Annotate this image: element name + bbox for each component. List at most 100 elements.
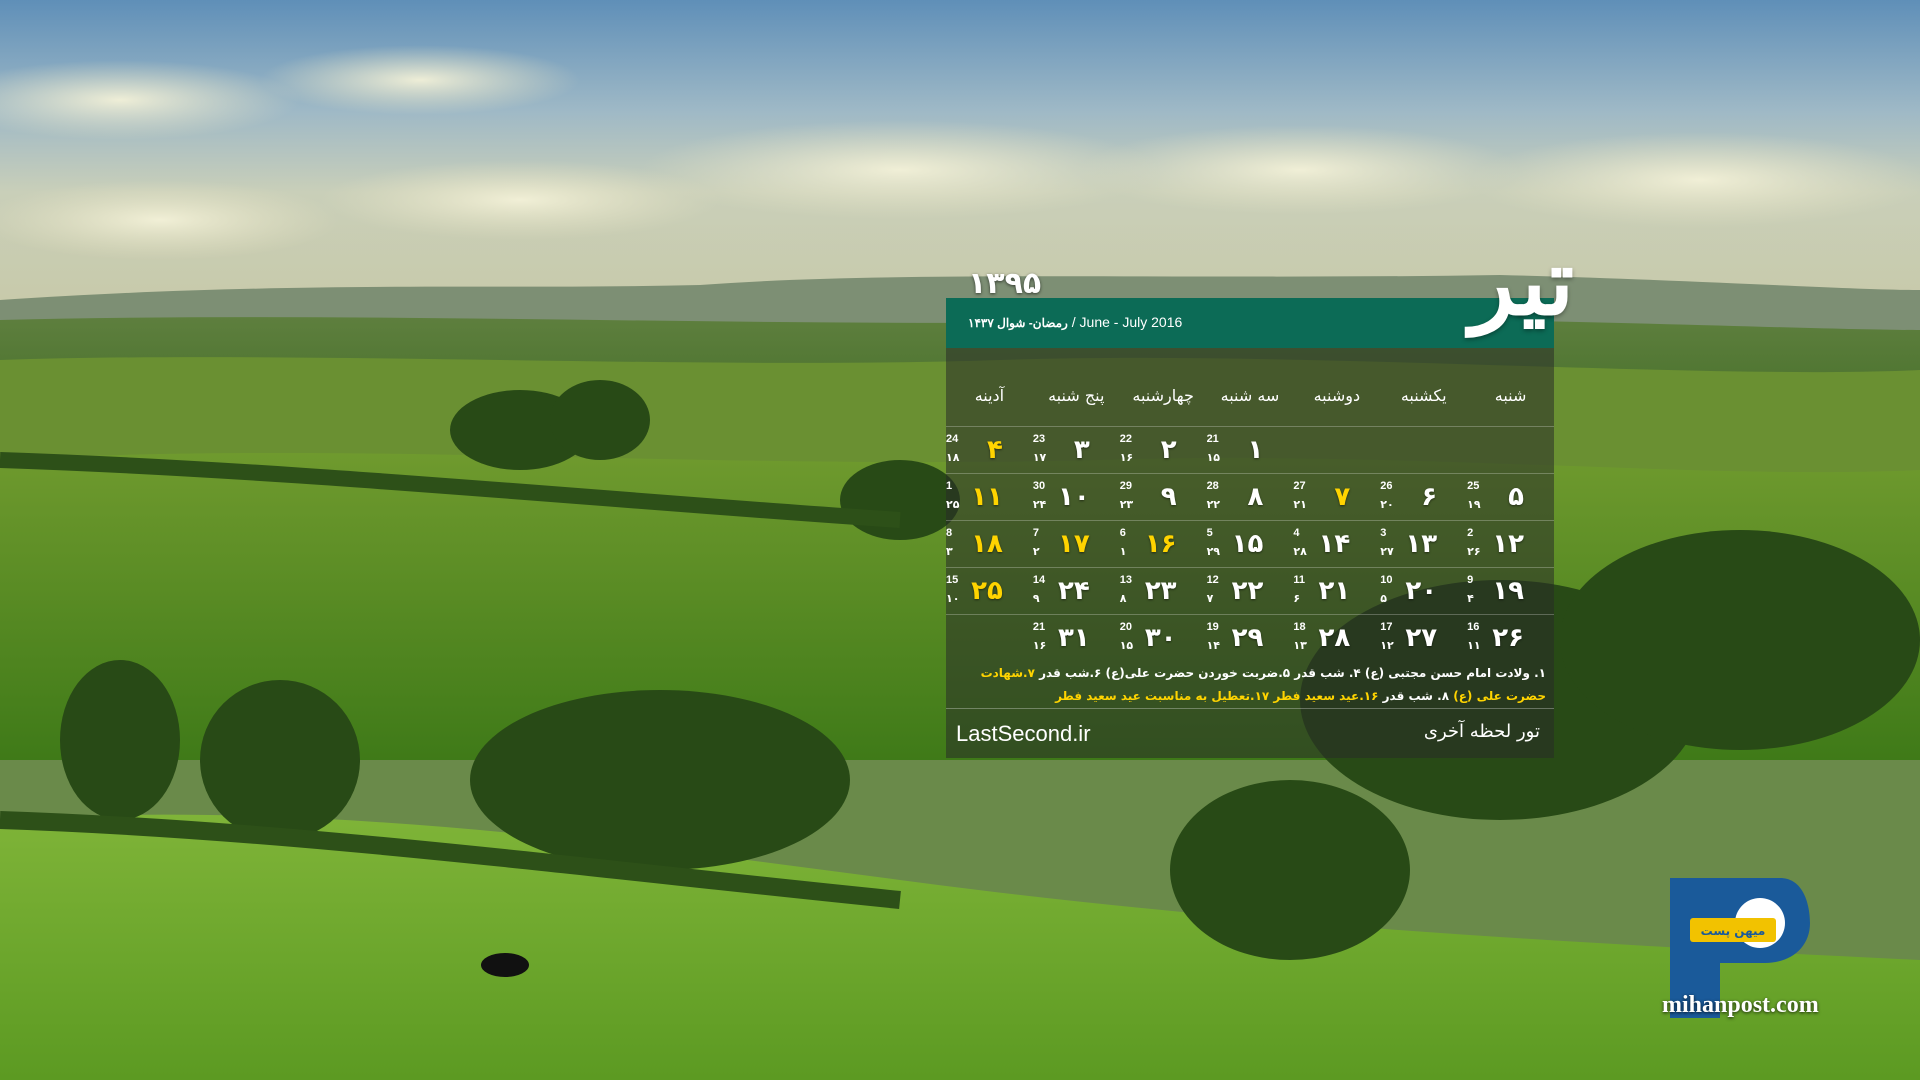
day-cell[interactable]: ۱۳ 3 ۲۷ xyxy=(1380,521,1467,567)
day-cell[interactable]: ۳۰ 20 ۱۵ xyxy=(1120,615,1207,661)
promo-site-link[interactable]: LastSecond.ir xyxy=(956,721,1091,747)
day-number: ۲۵ xyxy=(971,576,1003,606)
day-cell[interactable]: ۴ 24 ۱۸ xyxy=(946,427,1033,473)
day-cell[interactable]: ۱۰ 30 ۲۴ xyxy=(1033,474,1120,520)
hijri-months: رمضان- شوال ۱۴۳۷ xyxy=(968,316,1068,330)
weekday-label: دوشنبه xyxy=(1313,386,1361,405)
hijri-date: ۸ xyxy=(1119,592,1127,605)
hijri-date: ۶ xyxy=(1293,592,1301,605)
day-cell[interactable]: ۲ 22 ۱۶ xyxy=(1120,427,1207,473)
day-cell[interactable]: ۲۲ 12 ۷ xyxy=(1207,568,1294,614)
gregorian-date: 8 xyxy=(945,527,953,539)
day-number: ۶ xyxy=(1421,482,1438,512)
gregorian-date: 20 xyxy=(1119,621,1132,633)
day-number: ۱۳ xyxy=(1405,529,1438,559)
day-number: ۲۴ xyxy=(1057,576,1090,606)
day-number: ۴ xyxy=(986,435,1003,465)
day-cell[interactable]: ۹ 29 ۲۳ xyxy=(1120,474,1207,520)
gregorian-date: 7 xyxy=(1032,527,1039,539)
hijri-date: ۱۹ xyxy=(1467,498,1481,511)
events-list: ۱. ولادت امام حسن مجتبی (ع) ۴. شب قدر ۵.… xyxy=(956,662,1546,708)
day-cell[interactable]: ۲۸ 18 ۱۳ xyxy=(1293,615,1380,661)
day-number: ۲ xyxy=(1160,435,1177,465)
gregorian-date: 26 xyxy=(1380,480,1393,492)
empty-day-cell xyxy=(946,615,1033,661)
day-cell[interactable]: ۲۳ 13 ۸ xyxy=(1120,568,1207,614)
day-number: ۲۸ xyxy=(1318,623,1351,653)
hijri-date: ۲۶ xyxy=(1467,545,1481,558)
gregorian-date: 21 xyxy=(1206,433,1219,445)
hijri-date: ۲ xyxy=(1032,545,1040,558)
calendar-header-text: رمضان- شوال ۱۴۳۷ / June - July 2016 xyxy=(968,314,1182,330)
week-row: ۱۹ 9 ۴ ۲۰ 10 ۵ ۲۱ 11 ۶ ۲۲ 12 ۷ ۲۳ 13 ۸ ۲۴ 14 ۹ ۲۵ 15 ۱۰ xyxy=(946,567,1554,614)
day-number: ۱۴ xyxy=(1318,529,1351,559)
day-number: ۲۳ xyxy=(1144,576,1177,606)
day-number: ۳ xyxy=(1073,435,1090,465)
month-name: تیر xyxy=(1470,228,1575,336)
day-cell[interactable]: ۲۵ 15 ۱۰ xyxy=(946,568,1033,614)
gregorian-date: 1 xyxy=(945,480,953,492)
calendar-grid: ۱ 21 ۱۵ ۲ 22 ۱۶ ۳ 23 ۱۷ ۴ 24 ۱۸ ۵ 25 ۱۹ ۶ 26 ۲۰ ۷ 27 ۲۱ ۸ 28 ۲۲… xyxy=(946,426,1554,656)
gregorian-date: 19 xyxy=(1206,621,1219,633)
day-number: ۱۸ xyxy=(971,529,1003,559)
weekday-label: چهارشنبه xyxy=(1132,386,1194,405)
day-cell[interactable]: ۵ 25 ۱۹ xyxy=(1467,474,1554,520)
gregorian-date: 24 xyxy=(945,433,959,445)
gregorian-date: 28 xyxy=(1206,480,1219,492)
weekday-label: یکشنبه xyxy=(1400,386,1447,405)
event-text-holiday: ۷.شهادت xyxy=(980,666,1035,680)
day-cell[interactable]: ۱۲ 2 ۲۶ xyxy=(1467,521,1554,567)
logo-badge-text: میهن پست xyxy=(1701,924,1766,938)
gregorian-date: 14 xyxy=(1032,574,1046,586)
day-number: ۳۱ xyxy=(1057,623,1090,653)
day-cell[interactable]: ۱۵ 5 ۲۹ xyxy=(1207,521,1294,567)
day-cell[interactable]: ۶ 26 ۲۰ xyxy=(1380,474,1467,520)
day-cell[interactable]: ۸ 28 ۲۲ xyxy=(1207,474,1294,520)
gregorian-date: 17 xyxy=(1380,621,1393,633)
weekday-label: سه شنبه xyxy=(1220,386,1280,405)
gregorian-date: 10 xyxy=(1380,574,1393,586)
day-number: ۲۲ xyxy=(1231,576,1264,606)
logo-url[interactable]: mihanpost.com xyxy=(1662,992,1819,1019)
gregorian-date: 30 xyxy=(1032,480,1046,492)
day-cell[interactable]: ۲۰ 10 ۵ xyxy=(1380,568,1467,614)
hijri-date: ۱۵ xyxy=(1206,451,1220,464)
day-cell[interactable]: ۱ 21 ۱۵ xyxy=(1207,427,1294,473)
hijri-date: ۱۱ xyxy=(1467,639,1481,652)
hijri-date: ۱۲ xyxy=(1380,639,1394,652)
event-text: ۱. ولادت امام حسن مجتبی (ع) ۴. شب قدر ۵.… xyxy=(1039,666,1546,680)
day-cell[interactable]: ۱۹ 9 ۴ xyxy=(1467,568,1554,614)
day-cell[interactable]: ۲۷ 17 ۱۲ xyxy=(1380,615,1467,661)
day-cell[interactable]: ۱۷ 7 ۲ xyxy=(1033,521,1120,567)
day-cell[interactable]: ۲۶ 16 ۱۱ xyxy=(1467,615,1554,661)
gregorian-months: / June - July 2016 xyxy=(1071,314,1183,330)
gregorian-date: 16 xyxy=(1467,621,1480,633)
weekday-label: شنبه xyxy=(1494,386,1527,405)
hijri-date: ۷ xyxy=(1206,592,1214,605)
week-row: ۲۶ 16 ۱۱ ۲۷ 17 ۱۲ ۲۸ 18 ۱۳ ۲۹ 19 ۱۴ ۳۰ 20 ۱۵ ۳۱ 21 ۱۶ xyxy=(946,614,1554,661)
day-cell[interactable]: ۲۴ 14 ۹ xyxy=(1033,568,1120,614)
day-number: ۲۱ xyxy=(1318,576,1351,606)
hijri-date: ۲۵ xyxy=(945,498,960,511)
day-cell[interactable]: ۲۹ 19 ۱۴ xyxy=(1207,615,1294,661)
day-number: ۷ xyxy=(1334,482,1351,512)
day-cell[interactable]: ۱۴ 4 ۲۸ xyxy=(1293,521,1380,567)
day-cell[interactable]: ۲۱ 11 ۶ xyxy=(1293,568,1380,614)
empty-day-cell xyxy=(1380,427,1467,473)
day-cell[interactable]: ۷ 27 ۲۱ xyxy=(1293,474,1380,520)
day-number: ۲۶ xyxy=(1492,623,1524,653)
day-cell[interactable]: ۳۱ 21 ۱۶ xyxy=(1033,615,1120,661)
day-cell[interactable]: ۱۱ 1 ۲۵ xyxy=(946,474,1033,520)
day-cell[interactable]: ۱۸ 8 ۳ xyxy=(946,521,1033,567)
week-row: ۱۲ 2 ۲۶ ۱۳ 3 ۲۷ ۱۴ 4 ۲۸ ۱۵ 5 ۲۹ ۱۶ 6 ۱ ۱۷ 7 ۲ ۱۸ 8 ۳ xyxy=(946,520,1554,567)
hijri-date: ۱۷ xyxy=(1032,451,1047,464)
day-cell[interactable]: ۱۶ 6 ۱ xyxy=(1120,521,1207,567)
gregorian-date: 11 xyxy=(1293,574,1306,586)
hijri-date: ۱۴ xyxy=(1206,639,1220,652)
promo-bar: تور لحظه آخری LastSecond.ir xyxy=(946,708,1554,759)
gregorian-date: 3 xyxy=(1380,527,1387,539)
calendar-header: رمضان- شوال ۱۴۳۷ / June - July 2016 xyxy=(946,298,1554,348)
gregorian-date: 18 xyxy=(1293,621,1306,633)
hijri-date: ۳ xyxy=(945,545,953,558)
day-cell[interactable]: ۳ 23 ۱۷ xyxy=(1033,427,1120,473)
